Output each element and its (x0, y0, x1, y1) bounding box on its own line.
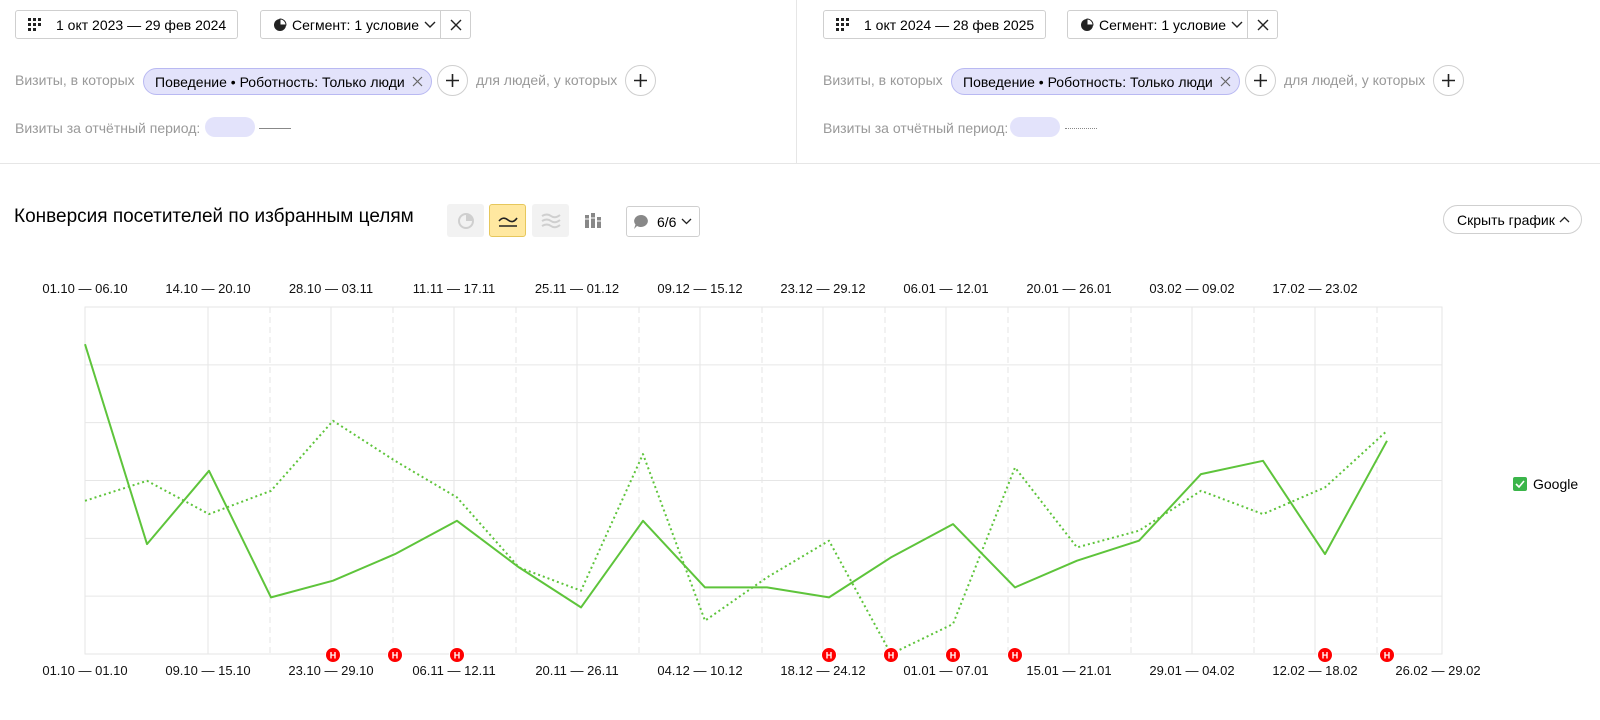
chevron-down-icon (682, 218, 692, 225)
note-marker-label: H (1384, 651, 1391, 661)
solid-line-legend (259, 128, 291, 129)
close-icon (450, 19, 461, 30)
x-tick-label-bottom: 23.10 — 29.10 (288, 663, 373, 678)
note-marker-label: H (826, 651, 833, 661)
segment-clear-button[interactable] (1248, 10, 1278, 39)
left-period-panel: 1 окт 2023 — 29 фев 2024 Сегмент: 1 усло… (0, 0, 796, 163)
x-tick-label-top: 20.01 — 26.01 (1026, 281, 1111, 296)
condition-chip[interactable]: Поведение • Роботность: Только люди (951, 68, 1240, 95)
x-tick-label-bottom: 09.10 — 15.10 (165, 663, 250, 678)
stacked-bar-icon (584, 212, 601, 228)
bar-chart-mode-button[interactable] (574, 204, 611, 237)
right-period-panel: 1 окт 2024 — 28 фев 2025 Сегмент: 1 усло… (797, 0, 1600, 163)
x-tick-label-bottom: 20.11 — 26.11 (535, 663, 618, 678)
pie-icon (1081, 17, 1094, 31)
line-chart-icon (497, 216, 518, 227)
note-marker-label: H (1012, 651, 1019, 661)
segment-button[interactable]: Сегмент: 1 условие (1067, 10, 1248, 39)
note-marker-label: H (888, 651, 895, 661)
chip-remove-icon[interactable] (412, 76, 423, 87)
date-range-button[interactable]: 1 окт 2024 — 28 фев 2025 (823, 10, 1046, 39)
pie-chart-icon (457, 212, 474, 229)
pie-icon (274, 17, 287, 31)
segment-label: Сегмент: 1 условие (1099, 16, 1227, 33)
add-condition-button[interactable] (1245, 65, 1276, 96)
x-tick-label-bottom: 01.10 — 01.10 (42, 663, 127, 678)
segment-label: Сегмент: 1 условие (292, 16, 420, 33)
chart-title: Конверсия посетителей по избранным целям (14, 206, 414, 227)
pie-chart-mode-button[interactable] (447, 204, 484, 237)
notes-count: 6/6 (657, 213, 677, 230)
plus-icon (634, 74, 647, 87)
x-tick-label-bottom: 12.02 — 18.02 (1272, 663, 1357, 678)
x-tick-label-bottom: 04.12 — 10.12 (657, 663, 742, 678)
segment-clear-button[interactable] (441, 10, 471, 39)
for-people-label: для людей, у которых (476, 72, 618, 88)
add-people-condition-button[interactable] (625, 65, 656, 96)
visits-period-label: Визиты за отчётный период: (15, 120, 201, 136)
visits-count-placeholder (205, 117, 255, 137)
header-divider (0, 163, 1600, 164)
close-icon (1257, 19, 1268, 30)
plus-icon (1442, 74, 1455, 87)
visits-where-label: Визиты, в которых (15, 72, 135, 88)
x-tick-label-bottom: 01.01 — 07.01 (903, 663, 988, 678)
add-people-condition-button[interactable] (1433, 65, 1464, 96)
calendar-icon (28, 18, 41, 31)
chevron-down-icon (424, 21, 436, 28)
hide-chart-button[interactable]: Скрыть график (1443, 205, 1582, 234)
x-tick-label-bottom: 29.01 — 04.02 (1149, 663, 1234, 678)
x-tick-label-bottom: 15.01 — 21.01 (1026, 663, 1111, 678)
x-tick-label-top: 17.02 — 23.02 (1272, 281, 1357, 296)
add-condition-button[interactable] (437, 65, 468, 96)
legend-label-google: Google (1533, 476, 1579, 492)
note-marker-label: H (1322, 651, 1329, 661)
legend-item-google[interactable]: Google (1513, 476, 1578, 492)
hide-chart-label: Скрыть график (1457, 211, 1555, 228)
x-tick-label-bottom: 18.12 — 24.12 (780, 663, 865, 678)
date-range-button[interactable]: 1 окт 2023 — 29 фев 2024 (15, 10, 238, 39)
x-tick-label-top: 28.10 — 03.11 (289, 281, 373, 296)
dotted-line-legend (1065, 128, 1097, 129)
chevron-up-icon (1559, 216, 1570, 223)
visits-count-placeholder (1010, 117, 1060, 137)
comment-icon (634, 214, 648, 229)
visits-where-label: Визиты, в которых (823, 72, 943, 88)
x-tick-label-top: 01.10 — 06.10 (42, 281, 127, 296)
line-chart-mode-button[interactable] (489, 204, 526, 237)
note-marker-label: H (950, 651, 957, 661)
for-people-label: для людей, у которых (1284, 72, 1426, 88)
x-tick-label-top: 03.02 — 09.02 (1149, 281, 1234, 296)
note-marker-label: H (454, 651, 461, 661)
date-range-label: 1 окт 2023 — 29 фев 2024 (56, 16, 227, 33)
x-tick-label-top: 09.12 — 15.12 (657, 281, 742, 296)
x-tick-label-top: 25.11 — 01.12 (535, 281, 619, 296)
condition-chip[interactable]: Поведение • Роботность: Только люди (143, 68, 432, 95)
x-tick-label-bottom: 26.02 — 29.02 (1395, 663, 1480, 678)
date-range-label: 1 окт 2024 — 28 фев 2025 (864, 16, 1035, 33)
x-tick-label-top: 06.01 — 12.01 (903, 281, 988, 296)
segment-button[interactable]: Сегмент: 1 условие (260, 10, 441, 39)
chip-remove-icon[interactable] (1220, 76, 1231, 87)
x-tick-label-bottom: 06.11 — 12.11 (412, 663, 495, 678)
area-chart-icon (540, 213, 561, 228)
area-chart-mode-button[interactable] (532, 204, 569, 237)
plus-icon (446, 74, 459, 87)
checkbox-checked-icon[interactable] (1513, 477, 1527, 491)
calendar-icon (836, 18, 849, 31)
plus-icon (1254, 74, 1267, 87)
notes-filter-button[interactable]: 6/6 (626, 206, 700, 237)
note-marker-label: H (330, 651, 337, 661)
x-tick-label-top: 23.12 — 29.12 (780, 281, 865, 296)
note-marker-label: H (392, 651, 399, 661)
condition-chip-label: Поведение • Роботность: Только люди (963, 73, 1213, 90)
chevron-down-icon (1231, 21, 1243, 28)
x-tick-label-top: 14.10 — 20.10 (165, 281, 250, 296)
visits-period-label: Визиты за отчётный период: (823, 120, 1009, 136)
condition-chip-label: Поведение • Роботность: Только люди (155, 73, 405, 90)
x-tick-label-top: 11.11 — 17.11 (413, 281, 495, 296)
conversion-line-chart: 01.10 — 06.10 14.10 — 20.10 28.10 — 03.11 1… (42, 281, 1480, 678)
